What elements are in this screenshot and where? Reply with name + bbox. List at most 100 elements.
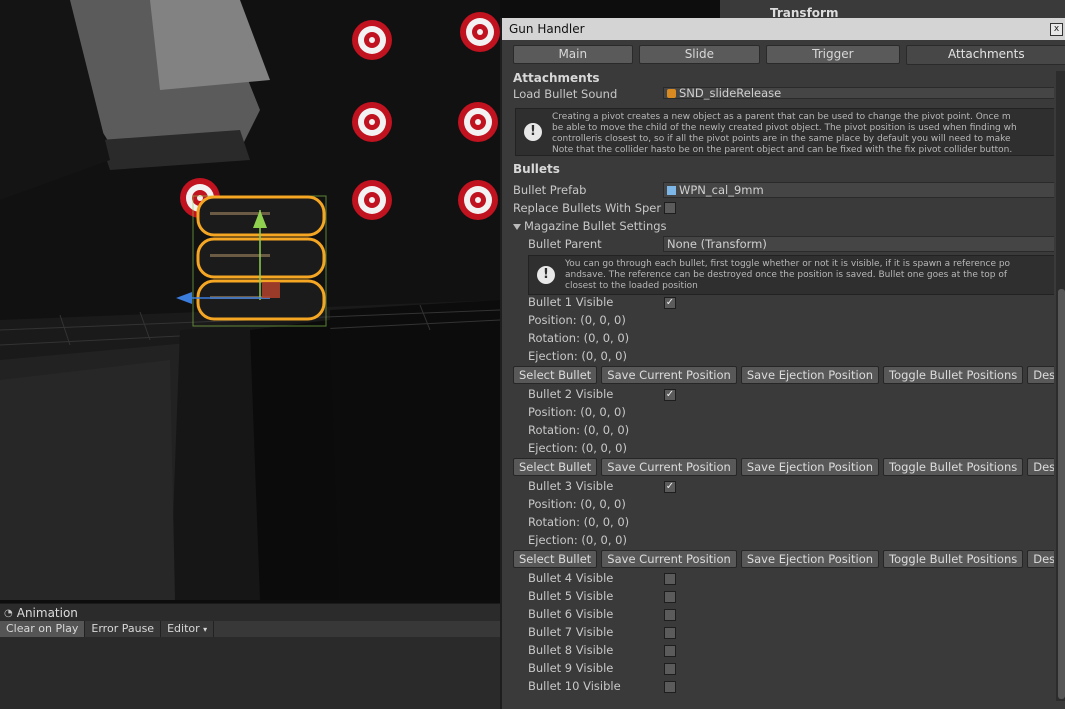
save-current-position-button[interactable]: Save Current Position <box>601 550 737 568</box>
gun-handler-window: Gun Handler x Main Slide Trigger Attachm… <box>500 18 1065 709</box>
bullet-button-row: Select Bullet Save Current Position Save E… <box>513 458 1054 476</box>
bullet-prefab-field[interactable]: WPN_cal_9mm <box>663 182 1054 198</box>
target-ring <box>369 197 375 203</box>
load-bullet-sound-value: SND_slideRelease <box>679 86 782 100</box>
bullet-model[interactable] <box>196 279 326 321</box>
select-bullet-button[interactable]: Select Bullet <box>513 366 598 384</box>
load-bullet-sound-label: Load Bullet Sound <box>513 87 618 101</box>
bullet-visible-checkbox[interactable] <box>664 573 676 585</box>
select-bullet-button[interactable]: Select Bullet <box>513 458 598 476</box>
bullet-help-text: You can go through each bullet, first to… <box>565 259 1011 291</box>
destroy-button[interactable]: Des <box>1027 366 1054 384</box>
editor-dropdown-label: Editor <box>167 622 200 635</box>
prefab-icon <box>667 186 676 195</box>
editor-dropdown[interactable]: Editor ▾ <box>161 621 215 637</box>
bullet-visible-checkbox[interactable] <box>664 681 676 693</box>
load-bullet-sound-field[interactable]: SND_slideRelease <box>663 87 1054 99</box>
save-current-position-button[interactable]: Save Current Position <box>601 458 737 476</box>
bullets-header: Bullets <box>513 162 560 176</box>
bullet-visible-checkbox[interactable] <box>664 645 676 657</box>
bullet-prefab-label: Bullet Prefab <box>513 183 587 197</box>
target-ring <box>475 119 481 125</box>
inspector-header-strip: Transform <box>720 0 1065 20</box>
save-current-position-button[interactable]: Save Current Position <box>601 366 737 384</box>
bullet-help-box: ! You can go through each bullet, first … <box>528 255 1054 295</box>
tab-main[interactable]: Main <box>513 45 633 64</box>
bullet-prefab-value: WPN_cal_9mm <box>679 183 764 197</box>
target-ring <box>369 37 375 43</box>
save-ejection-position-button[interactable]: Save Ejection Position <box>740 366 880 384</box>
toggle-bullet-positions-button[interactable]: Toggle Bullet Positions <box>883 458 1024 476</box>
bullet-visible-label: Bullet 3 Visible <box>528 479 614 493</box>
bullet-model[interactable] <box>196 237 326 279</box>
bullet-visible-label: Bullet 2 Visible <box>528 387 614 401</box>
window-title: Gun Handler <box>509 22 585 36</box>
window-titlebar[interactable]: Gun Handler x <box>502 18 1065 40</box>
bullet-visible-checkbox-checked[interactable]: ✓ <box>664 481 676 493</box>
bullet-highlight <box>210 254 270 257</box>
rotation-readout: Rotation: (0, 0, 0) <box>528 423 630 437</box>
replace-bullets-label: Replace Bullets With Sper <box>513 201 662 215</box>
select-bullet-button[interactable]: Select Bullet <box>513 550 598 568</box>
pivot-help-box: ! Creating a pivot creates a new object … <box>515 108 1054 156</box>
bullet-visible-label: Bullet 5 Visible <box>528 589 614 603</box>
bullet-visible-checkbox[interactable] <box>664 609 676 621</box>
target-ring <box>369 119 375 125</box>
clock-icon: ◔ <box>4 607 13 619</box>
rotation-readout: Rotation: (0, 0, 0) <box>528 331 630 345</box>
console-body <box>0 637 500 709</box>
bullet-parent-label: Bullet Parent <box>528 237 602 251</box>
console-toolbar: Clear on Play Error Pause Editor ▾ <box>0 621 500 637</box>
bullet-parent-value: None (Transform) <box>667 237 767 251</box>
bullet-visible-checkbox[interactable] <box>664 663 676 675</box>
bullet-visible-label: Bullet 8 Visible <box>528 643 614 657</box>
tab-bar: Main Slide Trigger Attachments <box>502 40 1065 67</box>
magazine-settings-label: Magazine Bullet Settings <box>524 219 667 233</box>
toggle-bullet-positions-button[interactable]: Toggle Bullet Positions <box>883 550 1024 568</box>
save-ejection-position-button[interactable]: Save Ejection Position <box>740 550 880 568</box>
bullet-visible-checkbox-checked[interactable]: ✓ <box>664 297 676 309</box>
error-pause-button[interactable]: Error Pause <box>85 621 162 637</box>
destroy-button[interactable]: Des <box>1027 458 1054 476</box>
save-ejection-position-button[interactable]: Save Ejection Position <box>740 458 880 476</box>
inspector-content: Attachments Load Bullet Sound SND_slideR… <box>513 71 1054 709</box>
ejection-readout: Ejection: (0, 0, 0) <box>528 441 627 455</box>
destroy-button[interactable]: Des <box>1027 550 1054 568</box>
bullet-visible-label: Bullet 7 Visible <box>528 625 614 639</box>
pivot-help-text: Creating a pivot creates a new object as… <box>552 112 1017 155</box>
position-readout: Position: (0, 0, 0) <box>528 497 626 511</box>
replace-bullets-checkbox[interactable] <box>664 202 676 214</box>
ejection-readout: Ejection: (0, 0, 0) <box>528 349 627 363</box>
scrollbar-thumb[interactable] <box>1058 289 1065 699</box>
ejection-readout: Ejection: (0, 0, 0) <box>528 533 627 547</box>
scene-view[interactable] <box>0 0 500 600</box>
position-readout: Position: (0, 0, 0) <box>528 313 626 327</box>
info-icon: ! <box>537 266 555 284</box>
animation-tab[interactable]: Animation <box>17 606 78 620</box>
target-ring <box>475 197 481 203</box>
clear-on-play-button[interactable]: Clear on Play <box>0 621 86 637</box>
rotation-readout: Rotation: (0, 0, 0) <box>528 515 630 529</box>
bullet-parent-field[interactable]: None (Transform) <box>663 236 1054 252</box>
animation-tab-bar: ◔ Animation <box>0 603 500 622</box>
bullet-button-row: Select Bullet Save Current Position Save E… <box>513 366 1054 384</box>
foldout-arrow-icon <box>513 223 521 230</box>
bullet-visible-checkbox[interactable] <box>664 627 676 639</box>
bullet-button-row: Select Bullet Save Current Position Save E… <box>513 550 1054 568</box>
bullet-visible-checkbox[interactable] <box>664 591 676 603</box>
toggle-bullet-positions-button[interactable]: Toggle Bullet Positions <box>883 366 1024 384</box>
position-readout: Position: (0, 0, 0) <box>528 405 626 419</box>
audio-clip-icon <box>667 89 676 98</box>
bullet-visible-label: Bullet 10 Visible <box>528 679 621 693</box>
tab-trigger[interactable]: Trigger <box>766 45 900 64</box>
scrollbar[interactable] <box>1056 71 1065 701</box>
target-ring <box>477 29 483 35</box>
close-icon[interactable]: x <box>1050 22 1063 36</box>
tab-attachments[interactable]: Attachments <box>905 45 1065 65</box>
magazine-settings-foldout[interactable]: Magazine Bullet Settings <box>513 217 667 235</box>
bullet-visible-label: Bullet 9 Visible <box>528 661 614 675</box>
bullet-visible-label: Bullet 1 Visible <box>528 295 614 309</box>
tab-slide[interactable]: Slide <box>638 45 761 64</box>
bullet-visible-checkbox-checked[interactable]: ✓ <box>664 389 676 401</box>
scene-render <box>0 0 500 600</box>
